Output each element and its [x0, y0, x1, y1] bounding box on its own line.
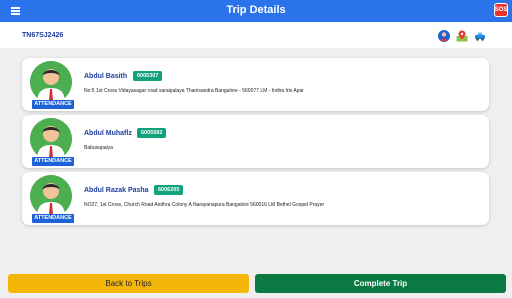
- top-app-bar: Trip Details SOS: [0, 0, 512, 22]
- passenger-card[interactable]: ATTENDANCE Abdul Basith 6005307 No:5 1st…: [22, 58, 489, 111]
- page-title: Trip Details: [226, 4, 286, 16]
- passenger-avatar-icon: [30, 61, 72, 103]
- sos-button[interactable]: SOS: [494, 3, 508, 17]
- attendance-button[interactable]: ATTENDANCE: [32, 157, 74, 166]
- attendance-button[interactable]: ATTENDANCE: [32, 214, 74, 223]
- passenger-card[interactable]: ATTENDANCE Abdul Muhaflz 6005592 Babusap…: [22, 115, 489, 168]
- passenger-avatar-icon: [30, 118, 72, 160]
- passenger-address: NO27, 1st Cross, Church Road Andhra Colo…: [84, 202, 325, 208]
- vehicle-number: TN67SJ2426: [22, 32, 64, 39]
- passenger-address: No:5 1st Cross Vidayasagar road saraipal…: [84, 88, 304, 94]
- trip-actions: [438, 30, 486, 42]
- employee-id-badge: 6005592: [137, 128, 167, 138]
- employee-id-badge: 6005307: [133, 71, 163, 81]
- trip-info-bar: TN67SJ2426: [0, 22, 512, 48]
- complete-trip-button[interactable]: Complete Trip: [255, 274, 506, 293]
- back-to-trips-button[interactable]: Back to Trips: [8, 274, 249, 293]
- employee-id-badge: 6006205: [154, 185, 184, 195]
- driver-avatar-icon[interactable]: [438, 30, 450, 42]
- passenger-name: Abdul Razak Pasha: [84, 187, 149, 194]
- passenger-card[interactable]: ATTENDANCE Abdul Razak Pasha 6006205 NO2…: [22, 172, 489, 225]
- attendance-button[interactable]: ATTENDANCE: [32, 100, 74, 109]
- passenger-name: Abdul Basith: [84, 73, 128, 80]
- passenger-name: Abdul Muhaflz: [84, 130, 132, 137]
- passenger-address: Babusapalya: [84, 145, 113, 151]
- map-pin-icon[interactable]: [456, 30, 468, 42]
- car-icon[interactable]: [474, 30, 486, 42]
- passenger-avatar-icon: [30, 175, 72, 217]
